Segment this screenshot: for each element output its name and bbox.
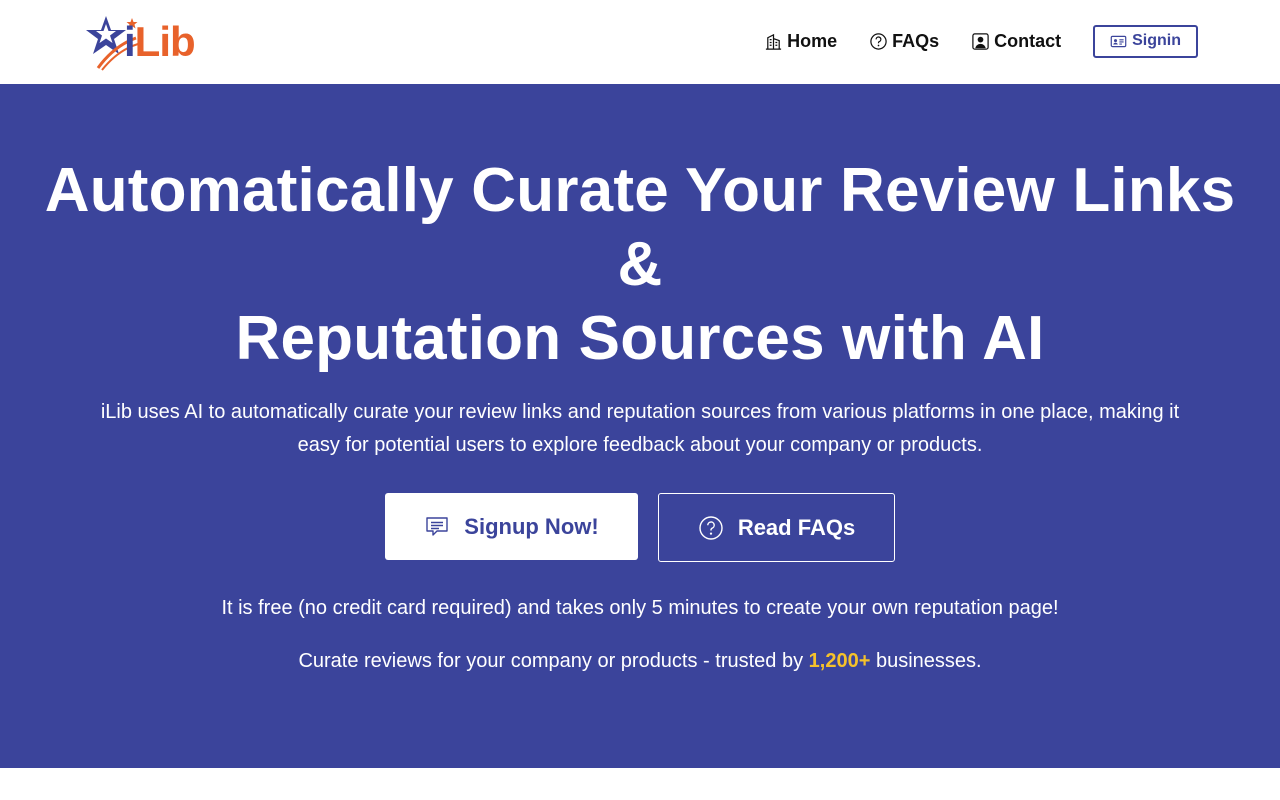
cta-buttons: Signup Now! Read FAQs — [0, 493, 1280, 562]
headline-line-1: Automatically Curate Your Review Links — [44, 156, 1236, 225]
signup-now-label: Signup Now! — [464, 513, 599, 539]
hero-section: Automatically Curate Your Review Links &… — [0, 84, 1280, 768]
building-icon — [765, 33, 782, 50]
headline-line-3: Reputation Sources with AI — [235, 304, 1045, 373]
nav-home[interactable]: Home — [764, 31, 837, 52]
read-faqs-button[interactable]: Read FAQs — [658, 493, 895, 562]
question-circle-icon — [870, 32, 887, 50]
nav-faqs[interactable]: FAQs — [869, 31, 939, 52]
nav-contact[interactable]: Contact — [971, 31, 1061, 52]
id-card-icon — [1110, 35, 1127, 47]
question-circle-icon — [699, 515, 723, 540]
nav-home-label: Home — [787, 30, 838, 51]
trusted-suffix: businesses. — [870, 650, 982, 672]
top-navbar: iLib Home FAQs Contact Signin — [0, 0, 1280, 84]
signup-now-button[interactable]: Signup Now! — [385, 493, 638, 560]
trusted-count: 1,200+ — [808, 650, 871, 672]
headline-line-2: & — [617, 230, 663, 299]
chat-lines-icon — [426, 516, 448, 536]
read-faqs-label: Read FAQs — [737, 514, 856, 540]
signin-button[interactable]: Signin — [1093, 24, 1198, 58]
signin-label: Signin — [1132, 32, 1181, 49]
logo-wordmark: iLib — [124, 18, 196, 65]
free-note: It is free (no credit card required) and… — [221, 597, 1059, 619]
trusted-prefix: Curate reviews for your company or produ… — [298, 650, 809, 672]
trusted-by-text: Curate reviews for your company or produ… — [0, 647, 1280, 675]
main-nav: Home FAQs Contact Signin — [732, 24, 1198, 58]
nav-contact-label: Contact — [994, 30, 1062, 51]
hero-subtext: iLib uses AI to automatically curate you… — [100, 401, 1180, 456]
hero-headline: Automatically Curate Your Review Links &… — [40, 154, 1240, 376]
nav-faqs-label: FAQs — [892, 30, 940, 51]
person-square-icon — [972, 32, 989, 50]
ilib-logo[interactable]: iLib — [84, 12, 214, 72]
